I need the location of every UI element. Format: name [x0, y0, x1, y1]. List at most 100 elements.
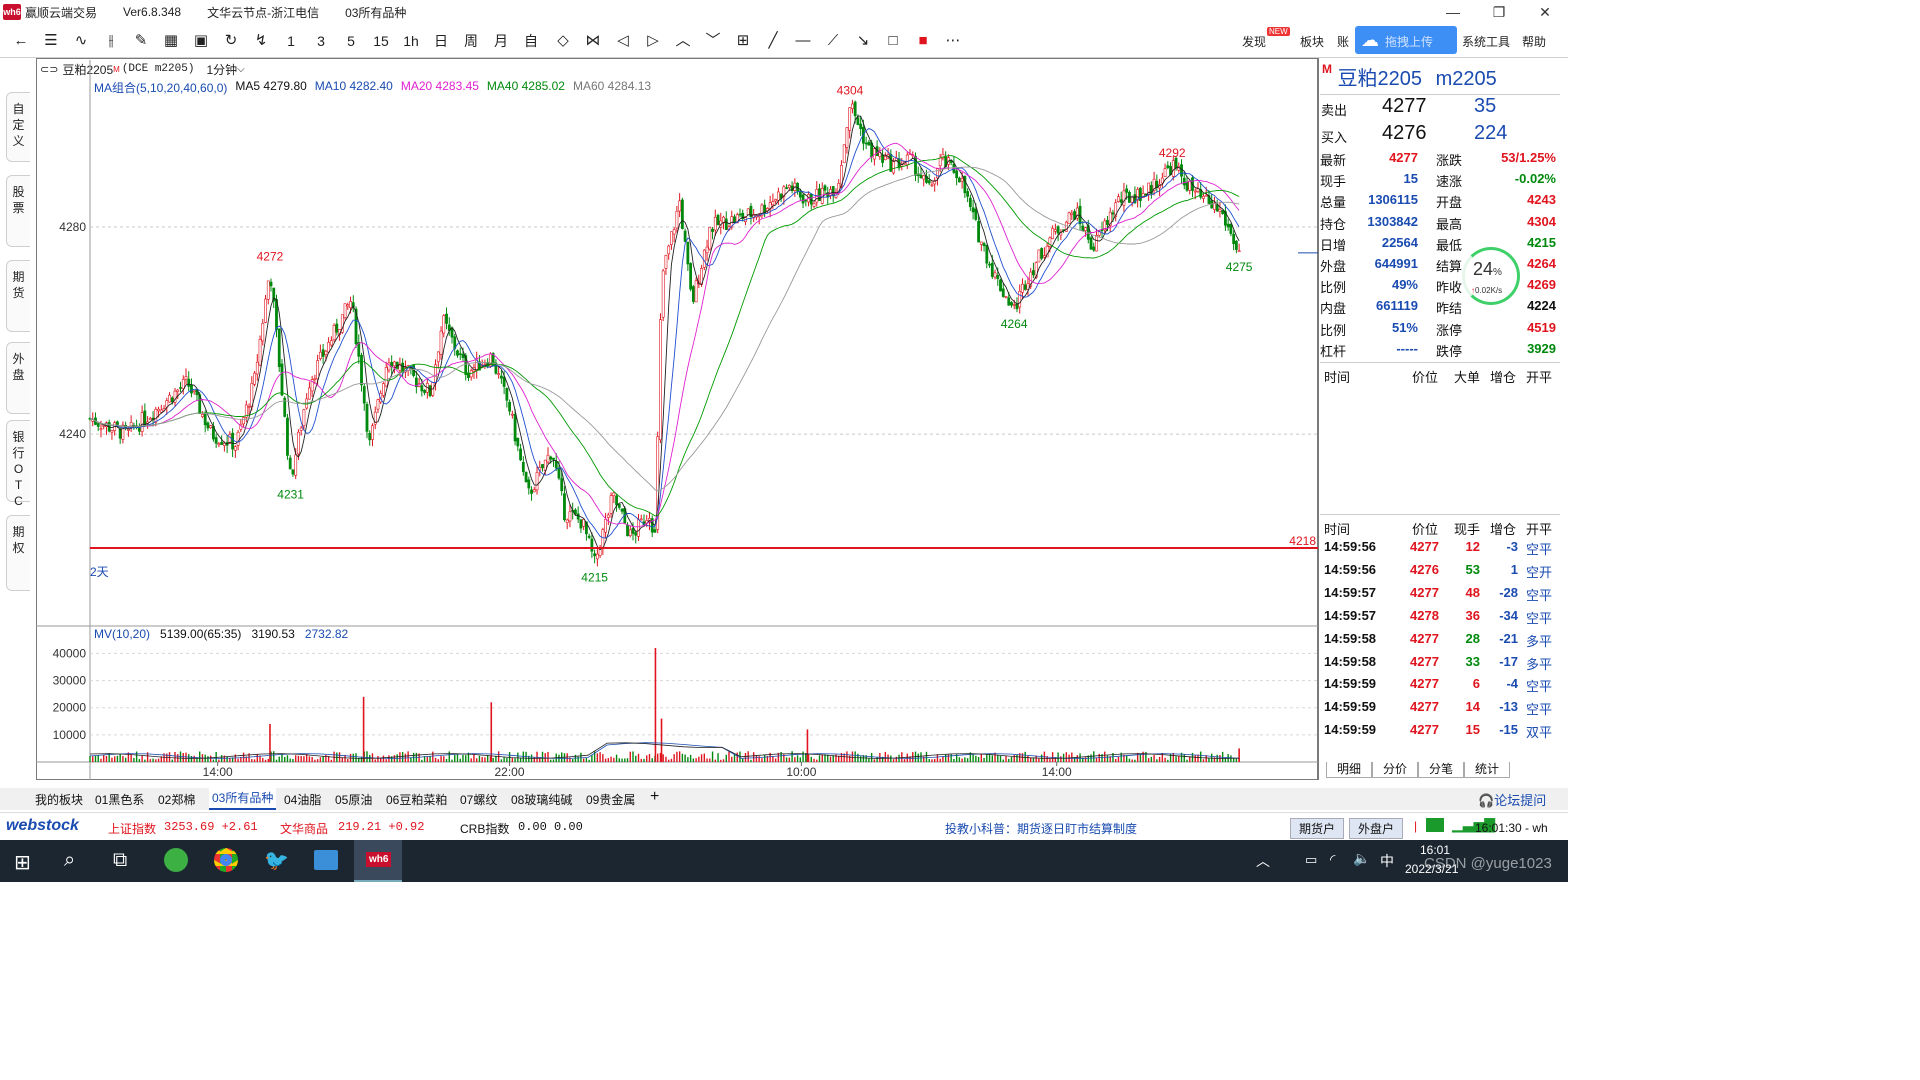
candle-body: [626, 524, 629, 537]
back-icon[interactable]: ←: [10, 31, 32, 51]
index-sse-label[interactable]: 上证指数: [108, 820, 156, 837]
fill-icon[interactable]: ■: [912, 31, 934, 51]
tick-row[interactable]: 14:59:56 4276 53 1 空开: [1320, 562, 1560, 585]
board-tab-9[interactable]: 09贵金属: [586, 791, 635, 808]
fit-icon[interactable]: ◇: [552, 31, 574, 51]
forum-link[interactable]: 🎧论坛提问: [1478, 790, 1546, 809]
slash-icon[interactable]: ╱: [762, 31, 784, 51]
right-tab-3[interactable]: 统计: [1464, 762, 1511, 778]
right-tab-2[interactable]: 分笔: [1418, 762, 1465, 778]
tick-row[interactable]: 14:59:57 4277 48 -28 空平: [1320, 585, 1560, 608]
toolbar-systool-button[interactable]: 系统工具: [1462, 33, 1510, 50]
toolbar-plate-button[interactable]: 板块: [1300, 33, 1324, 50]
period-0-button[interactable]: 1: [280, 31, 302, 51]
period-3-button[interactable]: 15: [370, 31, 392, 51]
rect-icon[interactable]: □: [882, 31, 904, 51]
board-tab-3[interactable]: 03所有品种: [209, 788, 277, 810]
board-tab-1[interactable]: 01黑色系: [95, 791, 144, 808]
side-tab-3[interactable]: 外 盘: [6, 342, 30, 414]
table-icon[interactable]: ▦: [160, 31, 182, 51]
split-icon[interactable]: ⋈: [582, 31, 604, 51]
line-chart-icon[interactable]: ∿: [70, 31, 92, 51]
side-tab-5[interactable]: 期 权: [6, 515, 30, 591]
board-tab-8[interactable]: 08玻璃纯碱: [511, 791, 572, 808]
tick-row[interactable]: 14:59:56 4277 12 -3 空平: [1320, 539, 1560, 562]
board-tab-7[interactable]: 07螺纹: [460, 791, 497, 808]
tick-row[interactable]: 14:59:59 4277 15 -15 双平: [1320, 722, 1560, 745]
volume-icon[interactable]: 🔈: [1353, 850, 1370, 867]
app-green-icon[interactable]: [164, 848, 188, 872]
candle-body: [689, 263, 693, 290]
foreign-account-button[interactable]: 外盘户: [1349, 818, 1404, 839]
arrow-icon[interactable]: ↘: [852, 31, 874, 51]
ime-indicator[interactable]: 中: [1380, 851, 1394, 871]
board-tab-4[interactable]: 04油脂: [284, 791, 321, 808]
candle-icon[interactable]: ⫲: [100, 31, 122, 51]
pen-icon[interactable]: ✎: [130, 31, 152, 51]
side-tab-1[interactable]: 股 票: [6, 175, 30, 247]
period-7-button[interactable]: 月: [490, 31, 512, 51]
list-icon[interactable]: ☰: [40, 31, 62, 51]
tick-row[interactable]: 14:59:59 4277 6 -4 空平: [1320, 676, 1560, 699]
upload-button[interactable]: ☁ 拖拽上传: [1355, 26, 1457, 54]
index-crb-label[interactable]: CRB指数: [460, 820, 509, 837]
windows-start-icon[interactable]: ⊞: [14, 850, 31, 875]
index-wh-label[interactable]: 文华商品: [280, 820, 328, 837]
down-icon[interactable]: ﹀: [702, 31, 724, 51]
minimize-button[interactable]: —: [1430, 0, 1476, 24]
extreme-price-label: 4272: [257, 249, 284, 263]
quote-name: 豆粕2205: [1337, 68, 1423, 90]
futures-account-button[interactable]: 期货户: [1290, 818, 1345, 839]
toolbar-account-button[interactable]: 账: [1337, 33, 1349, 50]
chrome-icon[interactable]: [214, 848, 238, 872]
period-2-button[interactable]: 5: [340, 31, 362, 51]
tick-row[interactable]: 14:59:59 4277 14 -13 空平: [1320, 699, 1560, 722]
board-tab-5[interactable]: 05原油: [335, 791, 372, 808]
right-tab-1[interactable]: 分价: [1372, 762, 1419, 778]
period-4-button[interactable]: 1h: [400, 31, 422, 51]
more-icon[interactable]: ⋯: [942, 31, 964, 51]
period-6-button[interactable]: 周: [460, 31, 482, 51]
side-tab-4[interactable]: 银 行 O T C: [6, 420, 30, 508]
wifi-icon[interactable]: ◜: [1330, 851, 1335, 868]
tick-row[interactable]: 14:59:58 4277 33 -17 多平: [1320, 654, 1560, 677]
candle-body: [546, 454, 550, 463]
refresh-icon[interactable]: ↻: [220, 31, 242, 51]
maximize-button[interactable]: ❐: [1476, 0, 1522, 24]
hline-icon[interactable]: —: [792, 31, 814, 51]
up-icon[interactable]: ︿: [672, 31, 694, 51]
board-tab-2[interactable]: 02郑棉: [158, 791, 195, 808]
search-icon[interactable]: ⌕: [64, 849, 75, 872]
mv-legend-name[interactable]: MV(10,20): [94, 627, 150, 641]
toolbar-discover-button[interactable]: 发现: [1242, 33, 1266, 50]
period-1-button[interactable]: 3: [310, 31, 332, 51]
title-bar: wh6 赢顺云端交易 Ver6.8.348 文华云节点-浙江电信 03所有品种 …: [0, 0, 1568, 24]
side-tab-2[interactable]: 期 货: [6, 260, 30, 332]
add-board-button[interactable]: +: [650, 788, 659, 806]
app-bird-icon[interactable]: 🐦: [264, 848, 289, 873]
right-tab-0[interactable]: 明细: [1326, 762, 1373, 778]
layout-icon[interactable]: ⊞: [732, 31, 754, 51]
left-icon[interactable]: ◁: [612, 31, 634, 51]
education-tip[interactable]: 投教小科普：期货逐日盯市结算制度: [945, 820, 1137, 837]
side-tab-0[interactable]: 自 定 义: [6, 92, 30, 162]
period-8-button[interactable]: 自: [520, 31, 542, 51]
task-view-icon[interactable]: ⧉: [113, 849, 127, 872]
close-button[interactable]: ✕: [1522, 0, 1568, 24]
tick-row[interactable]: 14:59:57 4278 36 -34 空平: [1320, 608, 1560, 631]
candle-body: [203, 412, 207, 426]
toolbar-help-button[interactable]: 帮助: [1522, 33, 1546, 50]
period-5-button[interactable]: 日: [430, 31, 452, 51]
right-icon[interactable]: ▷: [642, 31, 664, 51]
tick-row[interactable]: 14:59:58 4277 28 -21 多平: [1320, 631, 1560, 654]
battery-icon[interactable]: ▭: [1305, 852, 1317, 868]
save-icon[interactable]: ▣: [190, 31, 212, 51]
seg-icon[interactable]: ⟋: [822, 31, 844, 51]
kline-chart[interactable]: 4280 4240 40000 30000 20000 10000 14:00 22:00 10…: [36, 60, 1318, 780]
tray-chevron-icon[interactable]: ︿: [1256, 851, 1270, 871]
board-tab-0[interactable]: 我的板块: [35, 791, 83, 808]
trend-icon[interactable]: ↯: [250, 31, 272, 51]
app-card-icon[interactable]: [314, 850, 338, 870]
ma-legend-name[interactable]: MA组合(5,10,20,40,60,0): [94, 79, 227, 96]
board-tab-6[interactable]: 06豆粕菜粕: [386, 791, 447, 808]
